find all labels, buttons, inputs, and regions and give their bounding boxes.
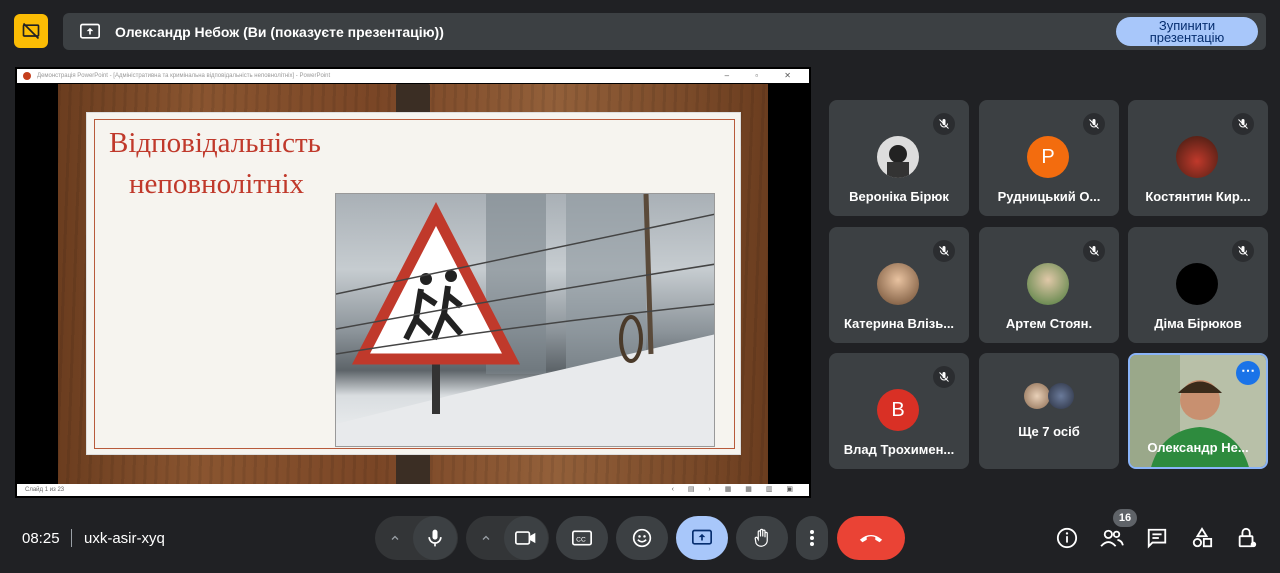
avatar: [1048, 383, 1074, 409]
video-options-button[interactable]: [468, 516, 504, 560]
meeting-code: uxk-asir-xyq: [84, 530, 165, 547]
present-now-button[interactable]: [676, 516, 728, 560]
participant-tile[interactable]: Костянтин Кир...: [1128, 100, 1268, 216]
stop-presenting-button[interactable]: Зупинити презентацію: [1116, 17, 1258, 46]
avatar: Р: [1027, 136, 1069, 178]
camera-button[interactable]: [504, 516, 548, 560]
participant-tile[interactable]: Артем Стоян.: [979, 227, 1119, 343]
participant-tile[interactable]: Діма Бірюков: [1128, 227, 1268, 343]
slide-photo: [335, 193, 715, 447]
divider: [71, 529, 72, 547]
participant-tile[interactable]: Р Рудницький О...: [979, 100, 1119, 216]
presenting-banner: Олександр Небож (Ви (показуєте презентац…: [63, 13, 1266, 50]
mic-off-icon: [933, 113, 955, 135]
ppt-window-title: Демонстрація PowerPoint - [Адміністратив…: [37, 73, 331, 79]
ppt-statusbar: Слайд 1 из 23 ‹ ▤ › ▦ ▦ ▥ ▣: [17, 484, 809, 496]
window-controls: – ▫ ✕: [724, 71, 803, 80]
participant-name: Костянтин Кир...: [1145, 189, 1251, 204]
more-options-button[interactable]: [796, 516, 828, 560]
slide-title-line1: Відповідальність: [109, 127, 321, 159]
avatar: [877, 263, 919, 305]
ppt-view-controls[interactable]: ‹ ▤ › ▦ ▦ ▥ ▣: [672, 485, 799, 493]
shared-screen: Демонстрація PowerPoint - [Адміністратив…: [15, 67, 811, 498]
end-call-button[interactable]: [837, 516, 905, 560]
slide: Відповідальність неповнолітніх: [86, 112, 741, 455]
avatar-letter: В: [891, 398, 905, 421]
mic-off-icon: [933, 240, 955, 262]
host-controls-icon[interactable]: [1234, 525, 1260, 551]
meeting-time: 08:25: [22, 530, 60, 547]
participant-name: Олександр Не...: [1147, 440, 1249, 455]
mic-off-icon: [1232, 240, 1254, 262]
participant-name: Катерина Влізь...: [843, 316, 955, 331]
mic-off-icon: [1083, 240, 1105, 262]
presentation-status-icon: [14, 14, 48, 48]
activities-icon[interactable]: [1189, 525, 1215, 551]
avatar: [1024, 383, 1050, 409]
participant-tile[interactable]: Катерина Влізь...: [829, 227, 969, 343]
others-tile[interactable]: Ще 7 осіб: [979, 353, 1119, 469]
slide-counter: Слайд 1 из 23: [25, 487, 65, 493]
reactions-button[interactable]: [616, 516, 668, 560]
avatar: [1176, 136, 1218, 178]
avatar: [1176, 263, 1218, 305]
mic-off-icon: [1232, 113, 1254, 135]
present-screen-icon: [79, 21, 101, 43]
captions-button[interactable]: CC: [556, 516, 608, 560]
raise-hand-button[interactable]: [736, 516, 788, 560]
mic-off-icon: [933, 366, 955, 388]
participant-name: Влад Трохимен...: [843, 442, 955, 457]
self-tile[interactable]: ⋯ Олександр Не...: [1128, 353, 1268, 469]
slide-title: Відповідальність неповнолітніх: [109, 117, 529, 199]
participant-tile[interactable]: Вероніка Бірюк: [829, 100, 969, 216]
avatar: [1027, 263, 1069, 305]
participant-name: Артем Стоян.: [1005, 316, 1093, 331]
chat-icon[interactable]: [1144, 525, 1170, 551]
others-count: Ще 7 осіб: [1018, 424, 1080, 439]
participant-name: Діма Бірюков: [1154, 316, 1242, 331]
people-icon[interactable]: [1099, 525, 1125, 551]
more-options-icon[interactable]: ⋯: [1236, 361, 1260, 385]
avatar-letter: Р: [1041, 145, 1055, 168]
avatar: [877, 136, 919, 178]
powerpoint-icon: [23, 72, 31, 80]
participant-name: Рудницький О...: [997, 189, 1101, 204]
mic-button[interactable]: [413, 516, 457, 560]
participant-name: Вероніка Бірюк: [849, 189, 949, 204]
info-icon[interactable]: [1054, 525, 1080, 551]
svg-text:CC: CC: [576, 536, 586, 543]
participant-tile[interactable]: В Влад Трохимен...: [829, 353, 969, 469]
audio-options-button[interactable]: [377, 516, 413, 560]
presenter-label: Олександр Небож (Ви (показуєте презентац…: [115, 23, 444, 40]
mic-off-icon: [1083, 113, 1105, 135]
ppt-window-titlebar: Демонстрація PowerPoint - [Адміністратив…: [17, 69, 809, 83]
avatar: В: [877, 389, 919, 431]
